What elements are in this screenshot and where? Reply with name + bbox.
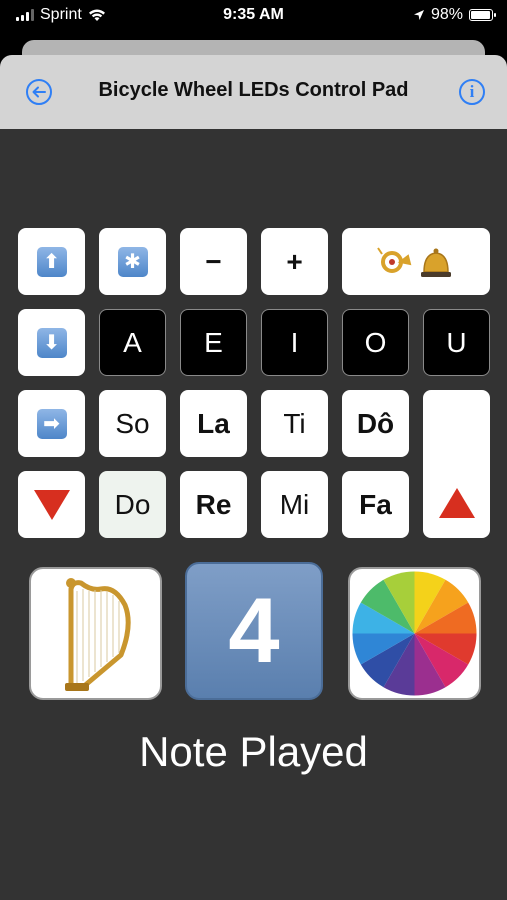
minus-label: − — [205, 245, 222, 277]
color-wheel-icon — [352, 571, 477, 696]
minus-button[interactable]: − — [180, 228, 247, 295]
horn-bell-icon — [377, 246, 451, 277]
red-down-triangle-icon — [33, 489, 70, 520]
note-re-button[interactable]: Re — [180, 471, 247, 538]
note-label: Re — [195, 488, 232, 520]
note-mi-button[interactable]: Mi — [261, 471, 328, 538]
color-wheel-button[interactable] — [348, 567, 481, 700]
battery-icon — [469, 9, 496, 21]
vowel-label: O — [364, 326, 387, 358]
vowel-i-button[interactable]: I — [261, 309, 328, 376]
vowel-label: A — [123, 326, 142, 358]
up-arrow-icon: ⬆ — [36, 246, 67, 277]
note-label: La — [197, 407, 230, 439]
asterisk-icon: ✱ — [117, 246, 148, 277]
down-arrow-icon: ⬇ — [36, 327, 67, 358]
down-arrow-button[interactable]: ⬇ — [18, 309, 85, 376]
up-arrow-button[interactable]: ⬆ — [18, 228, 85, 295]
note-do-button[interactable]: Do — [99, 471, 166, 538]
note-played-label: Note Played — [139, 728, 368, 775]
plus-button[interactable]: + — [261, 228, 328, 295]
right-arrow-button[interactable]: ➡ — [18, 390, 85, 457]
page-title: Bicycle Wheel LEDs Control Pad — [98, 79, 409, 101]
vowel-u-button[interactable]: U — [423, 309, 490, 376]
vowel-label: U — [446, 326, 467, 358]
harp-icon — [65, 578, 131, 691]
note-label: Dô — [356, 407, 395, 439]
note-label: Do — [114, 488, 151, 520]
note-label: Mi — [279, 488, 310, 520]
location-arrow-icon — [413, 10, 424, 20]
note-fa-button[interactable]: Fa — [342, 471, 409, 538]
note-label: Fa — [359, 488, 392, 520]
vowel-a-button[interactable]: A — [99, 309, 166, 376]
note-ti-button[interactable]: Ti — [261, 390, 328, 457]
vowel-o-button[interactable]: O — [342, 309, 409, 376]
horn-bell-button[interactable]: 📯🛎 — [342, 228, 490, 295]
up-triangle-button[interactable] — [423, 390, 490, 538]
vowel-label: E — [204, 326, 223, 358]
harp-button[interactable] — [29, 567, 162, 700]
battery-percent: 98% — [430, 6, 463, 23]
number-tile[interactable]: 4 — [185, 562, 323, 700]
note-label: Ti — [283, 407, 306, 439]
plus-label: + — [286, 245, 303, 277]
note-label: So — [115, 407, 150, 439]
vowel-e-button[interactable]: E — [180, 309, 247, 376]
note-la-button[interactable]: La — [180, 390, 247, 457]
status-bar: Sprint 9:35 AM 98% — [0, 0, 507, 32]
asterisk-button[interactable]: ✱ — [99, 228, 166, 295]
vowel-label: I — [290, 326, 299, 358]
number-label: 4 — [228, 579, 280, 682]
status-right: 98% — [413, 6, 496, 24]
info-icon: i — [469, 82, 475, 101]
note-do-high-button[interactable]: Dô — [342, 390, 409, 457]
right-arrow-icon: ➡ — [36, 408, 67, 439]
red-up-triangle-icon — [438, 488, 475, 518]
navigation-bar: Bicycle Wheel LEDs Control Pad i — [0, 55, 507, 129]
info-button[interactable]: i — [459, 79, 485, 105]
down-triangle-button[interactable] — [18, 471, 85, 538]
note-so-button[interactable]: So — [99, 390, 166, 457]
